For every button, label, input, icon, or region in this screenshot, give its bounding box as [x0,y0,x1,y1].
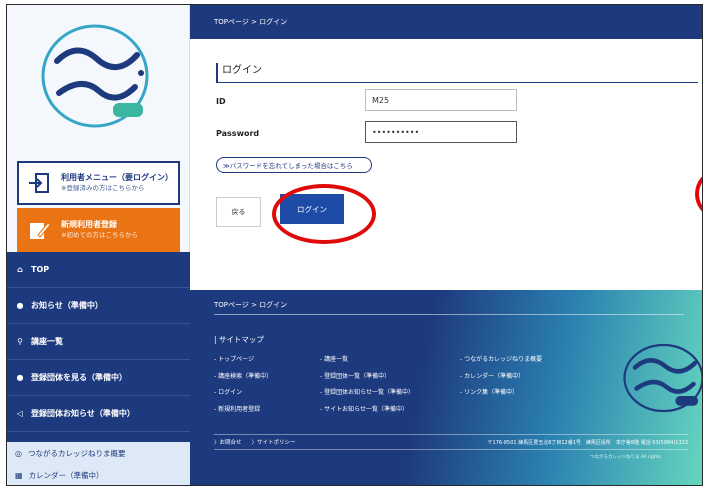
header-bar: TOPページ > ログイン [190,5,702,39]
megaphone-icon: ◁ [16,409,24,418]
highlight-circle [695,171,702,217]
register-button[interactable]: 新規利用者登録 ※初めての方はこちらから [17,208,180,252]
password-label: Password [216,129,260,138]
login-icon [25,169,53,197]
sitemap-column: - 講座一覧 - 登録団体一覧（準備中） - 登録団体お知らせ一覧（準備中） -… [320,352,414,418]
nav-item-news[interactable]: ● お知らせ（準備中） [7,288,190,324]
page-title: ログイン [216,63,698,83]
sitemap-link[interactable]: - 講座一覧 [320,352,414,369]
member-menu-button[interactable]: 利用者メニュー（要ログイン） ※登録済みの方はこちらから [17,161,180,205]
house-icon: ⌂ [17,265,23,274]
nav-label: TOP [31,265,50,274]
nav-label: つながるカレッジねりま概要 [27,448,126,458]
nav-label: 講座一覧 [31,337,63,346]
sitemap-link[interactable]: - トップページ [214,352,272,369]
highlight-circle [272,184,376,244]
search-icon: ⚲ [17,337,23,346]
footer: TOPページ > ログイン | サイトマップ - トップページ - 講座検索（準… [190,290,703,485]
bullet-icon: ● [16,301,24,310]
member-button-sub: ※登録済みの方はこちらから [61,184,145,193]
id-field[interactable]: M25 [365,89,517,111]
sitemap-link[interactable]: - 講座検索（準備中） [214,369,272,386]
sitemap-column: - つながるカレッジねりま概要 - カレンダー（準備中） - リンク集（準備中） [460,352,542,402]
nav-label: 登録団体お知らせ（準備中） [31,409,135,418]
footer-breadcrumb[interactable]: TOPページ > ログイン [214,300,684,315]
register-button-sub: ※初めての方はこちらから [61,231,138,240]
nav-item-group-news[interactable]: ◁ 登録団体お知らせ（準備中） [7,396,190,432]
sitemap-link[interactable]: - サイトお知らせ一覧（準備中） [320,402,414,419]
nav-label: 登録団体を見る（準備中） [31,373,127,382]
breadcrumb[interactable]: TOPページ > ログイン [214,18,287,26]
sidebar-nav: ⌂ TOP ● お知らせ（準備中） ⚲ 講座一覧 ● 登録団体を見る（準備中） ◁ 登録団… [7,252,190,442]
id-label: ID [216,97,226,106]
sitemap-link[interactable]: - リンク集（準備中） [460,385,542,402]
footer-links: 〉お問合せ 〉サイトポリシー 〒176-8501 練馬区豊玉北6丁目12番1号 … [214,434,688,450]
copyright: つながるカレッジねりま All rights [590,455,661,460]
sitemap-column: - トップページ - 講座検索（準備中） - ログイン - 新規利用者登録 [214,352,272,418]
site-policy-link[interactable]: 〉サイトポリシー [252,438,296,446]
pencil-icon [25,216,53,244]
address-text: 〒176-8501 練馬区豊玉北6丁目12番1号 練馬区役所 本庁舎8階 電話 … [487,439,688,446]
nav-item-overview[interactable]: ◎ つながるカレッジねりま概要 [7,442,190,464]
sidebar-secondary-nav: ◎ つながるカレッジねりま概要 ▦ カレンダー（準備中） [7,442,190,485]
register-button-label: 新規利用者登録 [61,220,117,230]
sitemap-link[interactable]: - つながるカレッジねりま概要 [460,352,542,369]
bullet-icon: ● [16,373,24,382]
nav-label: カレンダー（準備中） [28,470,104,480]
calendar-icon: ▦ [15,470,23,480]
nav-item-top[interactable]: ⌂ TOP [7,252,190,288]
browser-viewport: 利用者メニュー（要ログイン） ※登録済みの方はこちらから 新規利用者登録 ※初め… [6,4,703,486]
forgot-password-link[interactable]: ≫パスワードを忘れてしまった場合はこちら [216,157,372,173]
nav-label: お知らせ（準備中） [31,301,103,310]
nav-item-groups[interactable]: ● 登録団体を見る（準備中） [7,360,190,396]
info-icon: ◎ [15,448,22,458]
password-field[interactable]: •••••••••• [365,121,517,143]
back-button[interactable]: 戻る [216,197,261,227]
sitemap-link[interactable]: - ログイン [214,385,272,402]
login-panel: ログイン ID M25 Password •••••••••• ≫パスワードを忘… [190,39,702,290]
footer-logo[interactable] [620,340,703,416]
site-logo[interactable] [37,21,157,131]
sitemap-link[interactable]: - 登録団体お知らせ一覧（準備中） [320,385,414,402]
contact-link[interactable]: 〉お問合せ [214,438,242,446]
sitemap-title: | サイトマップ [214,335,264,344]
sidebar: 利用者メニュー（要ログイン） ※登録済みの方はこちらから 新規利用者登録 ※初め… [7,5,190,485]
sitemap-link[interactable]: - 登録団体一覧（準備中） [320,369,414,386]
member-button-label: 利用者メニュー（要ログイン） [61,173,173,183]
nav-item-calendar[interactable]: ▦ カレンダー（準備中） [7,464,190,485]
sitemap-link[interactable]: - カレンダー（準備中） [460,369,542,386]
sitemap-link[interactable]: - 新規利用者登録 [214,402,272,419]
nav-item-courses[interactable]: ⚲ 講座一覧 [7,324,190,360]
